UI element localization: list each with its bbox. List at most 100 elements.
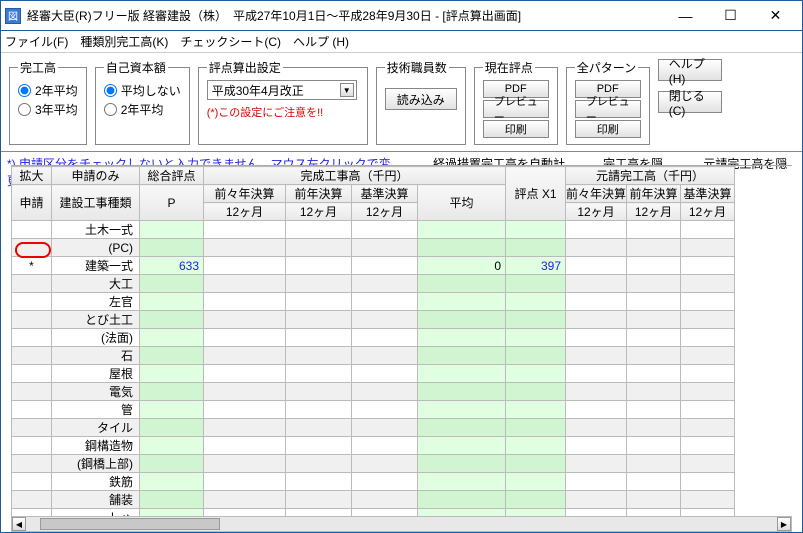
hdr-12m-4[interactable]: 12ヶ月 xyxy=(566,203,627,221)
table-row[interactable]: 鋼構造物 xyxy=(12,437,735,455)
table-row[interactable]: (鋼橋上部) xyxy=(12,455,735,473)
grid-cell[interactable] xyxy=(418,473,506,491)
menu-file[interactable]: ファイル(F) xyxy=(5,33,68,50)
grid-cell[interactable] xyxy=(681,365,735,383)
grid-cell[interactable]: タイル xyxy=(52,419,140,437)
hdr-zen[interactable]: 前年決算 xyxy=(286,185,352,203)
table-row[interactable]: とび土工 xyxy=(12,311,735,329)
grid-cell[interactable] xyxy=(140,311,204,329)
grid-cell[interactable] xyxy=(204,365,286,383)
grid-cell[interactable] xyxy=(566,365,627,383)
grid-cell[interactable] xyxy=(681,257,735,275)
scroll-thumb[interactable] xyxy=(40,518,220,530)
grid-cell[interactable] xyxy=(627,455,681,473)
pattern-print-button[interactable]: 印刷 xyxy=(575,120,641,138)
grid-cell[interactable]: 0 xyxy=(418,257,506,275)
grid-cell[interactable] xyxy=(286,437,352,455)
grid-cell[interactable] xyxy=(681,347,735,365)
grid-cell[interactable] xyxy=(352,383,418,401)
grid-cell[interactable] xyxy=(506,491,566,509)
grid-cell[interactable] xyxy=(506,293,566,311)
table-row[interactable]: 舗装 xyxy=(12,491,735,509)
grid-cell[interactable] xyxy=(12,365,52,383)
grid-cell[interactable] xyxy=(352,275,418,293)
grid-cell[interactable] xyxy=(286,419,352,437)
grid-cell[interactable]: 電気 xyxy=(52,383,140,401)
grid-cell[interactable]: 鋼構造物 xyxy=(52,437,140,455)
grid-cell[interactable] xyxy=(12,239,52,257)
grid-cell[interactable] xyxy=(418,491,506,509)
grid-cell[interactable] xyxy=(681,455,735,473)
grid-cell[interactable] xyxy=(627,257,681,275)
grid-cell[interactable] xyxy=(566,257,627,275)
grid-cell[interactable] xyxy=(418,221,506,239)
hyoten-combo[interactable]: 平成30年4月改正 ▼ xyxy=(207,80,357,100)
hdr-kouji[interactable]: 建設工事種類 xyxy=(52,185,140,221)
grid-cell[interactable] xyxy=(566,491,627,509)
grid-cell[interactable] xyxy=(204,293,286,311)
genzai-print-button[interactable]: 印刷 xyxy=(483,120,549,138)
grid-cell[interactable] xyxy=(204,383,286,401)
grid-cell[interactable] xyxy=(286,365,352,383)
table-row[interactable]: 左官 xyxy=(12,293,735,311)
grid-cell[interactable] xyxy=(681,419,735,437)
hdr-12m-5[interactable]: 12ヶ月 xyxy=(627,203,681,221)
grid-cell[interactable] xyxy=(140,383,204,401)
grid-cell[interactable] xyxy=(140,347,204,365)
table-row[interactable]: 石 xyxy=(12,347,735,365)
grid-cell[interactable] xyxy=(627,221,681,239)
grid-cell[interactable] xyxy=(204,419,286,437)
grid-cell[interactable] xyxy=(286,329,352,347)
grid-cell[interactable] xyxy=(286,257,352,275)
radio-2yr-avg[interactable] xyxy=(18,84,31,97)
grid-cell[interactable] xyxy=(566,329,627,347)
close-window-button[interactable]: ✕ xyxy=(753,2,798,30)
scroll-right-icon[interactable]: ▶ xyxy=(777,517,791,531)
grid-cell[interactable] xyxy=(566,275,627,293)
load-button[interactable]: 読み込み xyxy=(385,88,457,110)
grid-cell[interactable] xyxy=(204,437,286,455)
grid-cell[interactable] xyxy=(681,221,735,239)
radio-no-avg[interactable] xyxy=(104,84,117,97)
grid-cell[interactable] xyxy=(12,293,52,311)
grid-cell[interactable] xyxy=(506,383,566,401)
hdr-zenzen[interactable]: 前々年決算 xyxy=(204,185,286,203)
grid-cell[interactable] xyxy=(352,347,418,365)
grid-cell[interactable] xyxy=(286,347,352,365)
grid-cell[interactable] xyxy=(352,473,418,491)
hdr-p[interactable]: P xyxy=(140,185,204,221)
hdr-12m-3[interactable]: 12ヶ月 xyxy=(352,203,418,221)
grid-cell[interactable] xyxy=(286,293,352,311)
grid-cell[interactable] xyxy=(627,401,681,419)
grid-cell[interactable] xyxy=(566,473,627,491)
grid-cell[interactable] xyxy=(418,311,506,329)
grid-cell[interactable] xyxy=(12,455,52,473)
grid-cell[interactable] xyxy=(418,293,506,311)
genzai-preview-button[interactable]: プレビュー xyxy=(483,100,549,118)
grid-cell[interactable] xyxy=(204,455,286,473)
grid-cell[interactable] xyxy=(506,329,566,347)
grid-cell[interactable] xyxy=(418,455,506,473)
grid-cell[interactable] xyxy=(418,401,506,419)
grid-cell[interactable] xyxy=(418,275,506,293)
table-row[interactable]: *建築一式6330397 xyxy=(12,257,735,275)
grid-cell[interactable] xyxy=(506,473,566,491)
maximize-button[interactable]: ☐ xyxy=(708,2,753,30)
grid-cell[interactable] xyxy=(204,347,286,365)
hdr-hyoten-x1[interactable]: 評点 X1 xyxy=(506,167,566,221)
grid-cell[interactable]: * xyxy=(12,257,52,275)
grid-cell[interactable] xyxy=(140,419,204,437)
grid-cell[interactable]: とび土工 xyxy=(52,311,140,329)
grid-cell[interactable] xyxy=(681,293,735,311)
grid-cell[interactable] xyxy=(204,311,286,329)
table-row[interactable]: (PC) xyxy=(12,239,735,257)
grid-cell[interactable]: 633 xyxy=(140,257,204,275)
grid-cell[interactable] xyxy=(204,275,286,293)
grid-cell[interactable] xyxy=(681,311,735,329)
grid-cell[interactable] xyxy=(140,491,204,509)
grid-cell[interactable] xyxy=(566,383,627,401)
hdr-m-kijun[interactable]: 基準決算 xyxy=(681,185,735,203)
grid-cell[interactable] xyxy=(627,473,681,491)
grid-cell[interactable] xyxy=(352,455,418,473)
hdr-heikin[interactable]: 平均 xyxy=(418,185,506,221)
